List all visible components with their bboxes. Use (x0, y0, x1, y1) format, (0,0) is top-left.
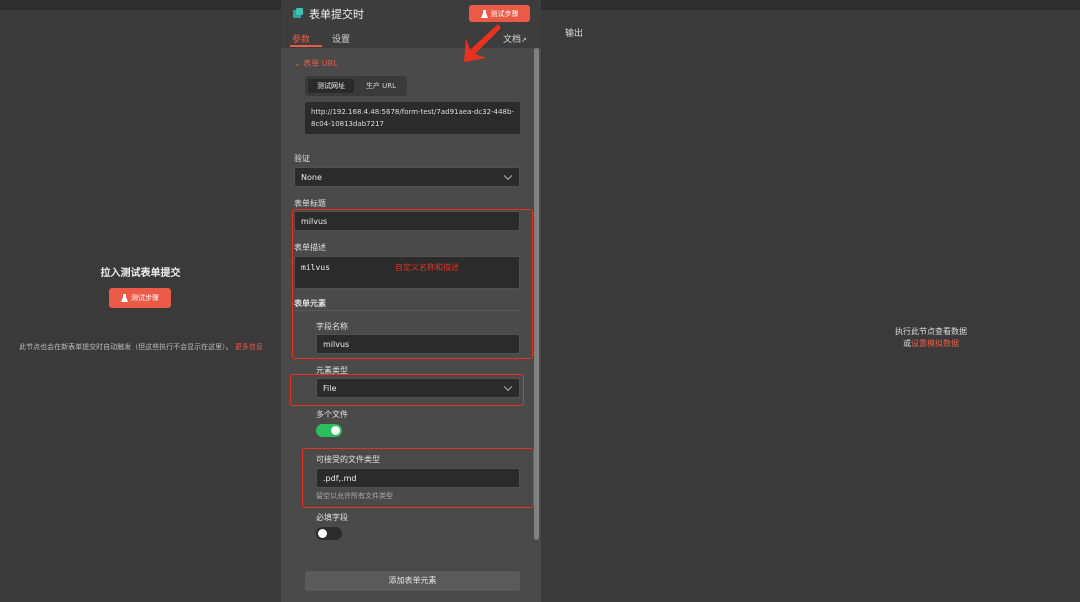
more-info-link[interactable]: 更多信息 (235, 343, 263, 351)
form-url-section-label: 表单 URL (303, 59, 338, 68)
left-test-step-button[interactable]: 测试步骤 (109, 288, 171, 308)
output-empty-state: 执行此节点查看数据 或设置模拟数据 (841, 326, 1021, 350)
node-settings-panel: 表单提交时 测试步骤 参数 设置 文档↗ ⌄ 表单 URL 测试网址 生产 UR… (281, 0, 541, 602)
docs-link-label: 文档 (503, 35, 522, 45)
production-url-option[interactable]: 生产 URL (357, 79, 405, 93)
form-title-label: 表单标题 (294, 199, 326, 208)
toggle-knob (318, 529, 327, 538)
required-field-toggle[interactable] (316, 527, 342, 540)
info-text: 此节点也会在新表单提交时自动触发（但这些执行不会显示在这里）。 (19, 343, 233, 351)
scrollbar[interactable] (534, 48, 539, 540)
auth-select[interactable]: None (294, 167, 520, 187)
empty-line-2-prefix: 或 (903, 339, 911, 348)
toggle-knob (331, 426, 340, 435)
output-title: 输出 (565, 29, 584, 39)
external-link-icon: ↗ (521, 36, 527, 44)
multiple-files-toggle[interactable] (316, 424, 342, 437)
left-test-step-label: 测试步骤 (131, 294, 159, 302)
node-header: 表单提交时 测试步骤 参数 设置 文档↗ (281, 0, 541, 48)
tab-settings[interactable]: 设置 (332, 32, 350, 45)
output-panel: 输出 执行此节点查看数据 或设置模拟数据 (541, 0, 1080, 602)
add-form-element-button[interactable]: 添加表单元素 (305, 571, 520, 591)
right-top-bar (541, 0, 1080, 10)
empty-line-1: 执行此节点查看数据 (895, 327, 967, 336)
left-top-bar (0, 0, 281, 10)
chevron-down-icon: ⌄ (294, 59, 301, 68)
active-tab-underline (290, 45, 322, 47)
auth-label: 验证 (294, 154, 310, 163)
empty-line-2: 或设置模拟数据 (841, 338, 1021, 350)
flask-icon (121, 294, 128, 302)
node-test-step-label: 测试步骤 (490, 9, 519, 18)
docs-link[interactable]: 文档↗ (503, 32, 527, 45)
input-panel-info: 此节点也会在新表单提交时自动触发（但这些执行不会显示在这里）。 更多信息 (10, 342, 272, 353)
required-field-label: 必填字段 (316, 513, 348, 522)
multiple-files-label: 多个文件 (316, 410, 348, 419)
url-type-toggle: 测试网址 生产 URL (305, 76, 407, 96)
auth-select-value: None (301, 172, 322, 182)
annotation-box-name-desc (292, 209, 533, 359)
test-url-option[interactable]: 测试网址 (308, 79, 354, 93)
form-url-section-header[interactable]: ⌄ 表单 URL (294, 58, 338, 69)
form-node-icon (293, 8, 303, 18)
annotation-box-element-type (290, 374, 524, 406)
annotation-box-file-types (302, 448, 534, 508)
input-panel-title: 拉入测试表单提交 (100, 268, 181, 279)
chevron-down-icon (503, 171, 513, 181)
flask-icon (480, 9, 488, 18)
form-url-value[interactable]: http://192.168.4.48:5678/form-test/7ad91… (305, 102, 520, 134)
set-mock-data-link[interactable]: 设置模拟数据 (911, 339, 959, 348)
node-title: 表单提交时 (309, 8, 364, 21)
annotation-arrow-icon (464, 24, 501, 62)
input-panel: 拉入测试表单提交 测试步骤 此节点也会在新表单提交时自动触发（但这些执行不会显示… (0, 0, 281, 602)
tab-parameters[interactable]: 参数 (292, 32, 310, 45)
